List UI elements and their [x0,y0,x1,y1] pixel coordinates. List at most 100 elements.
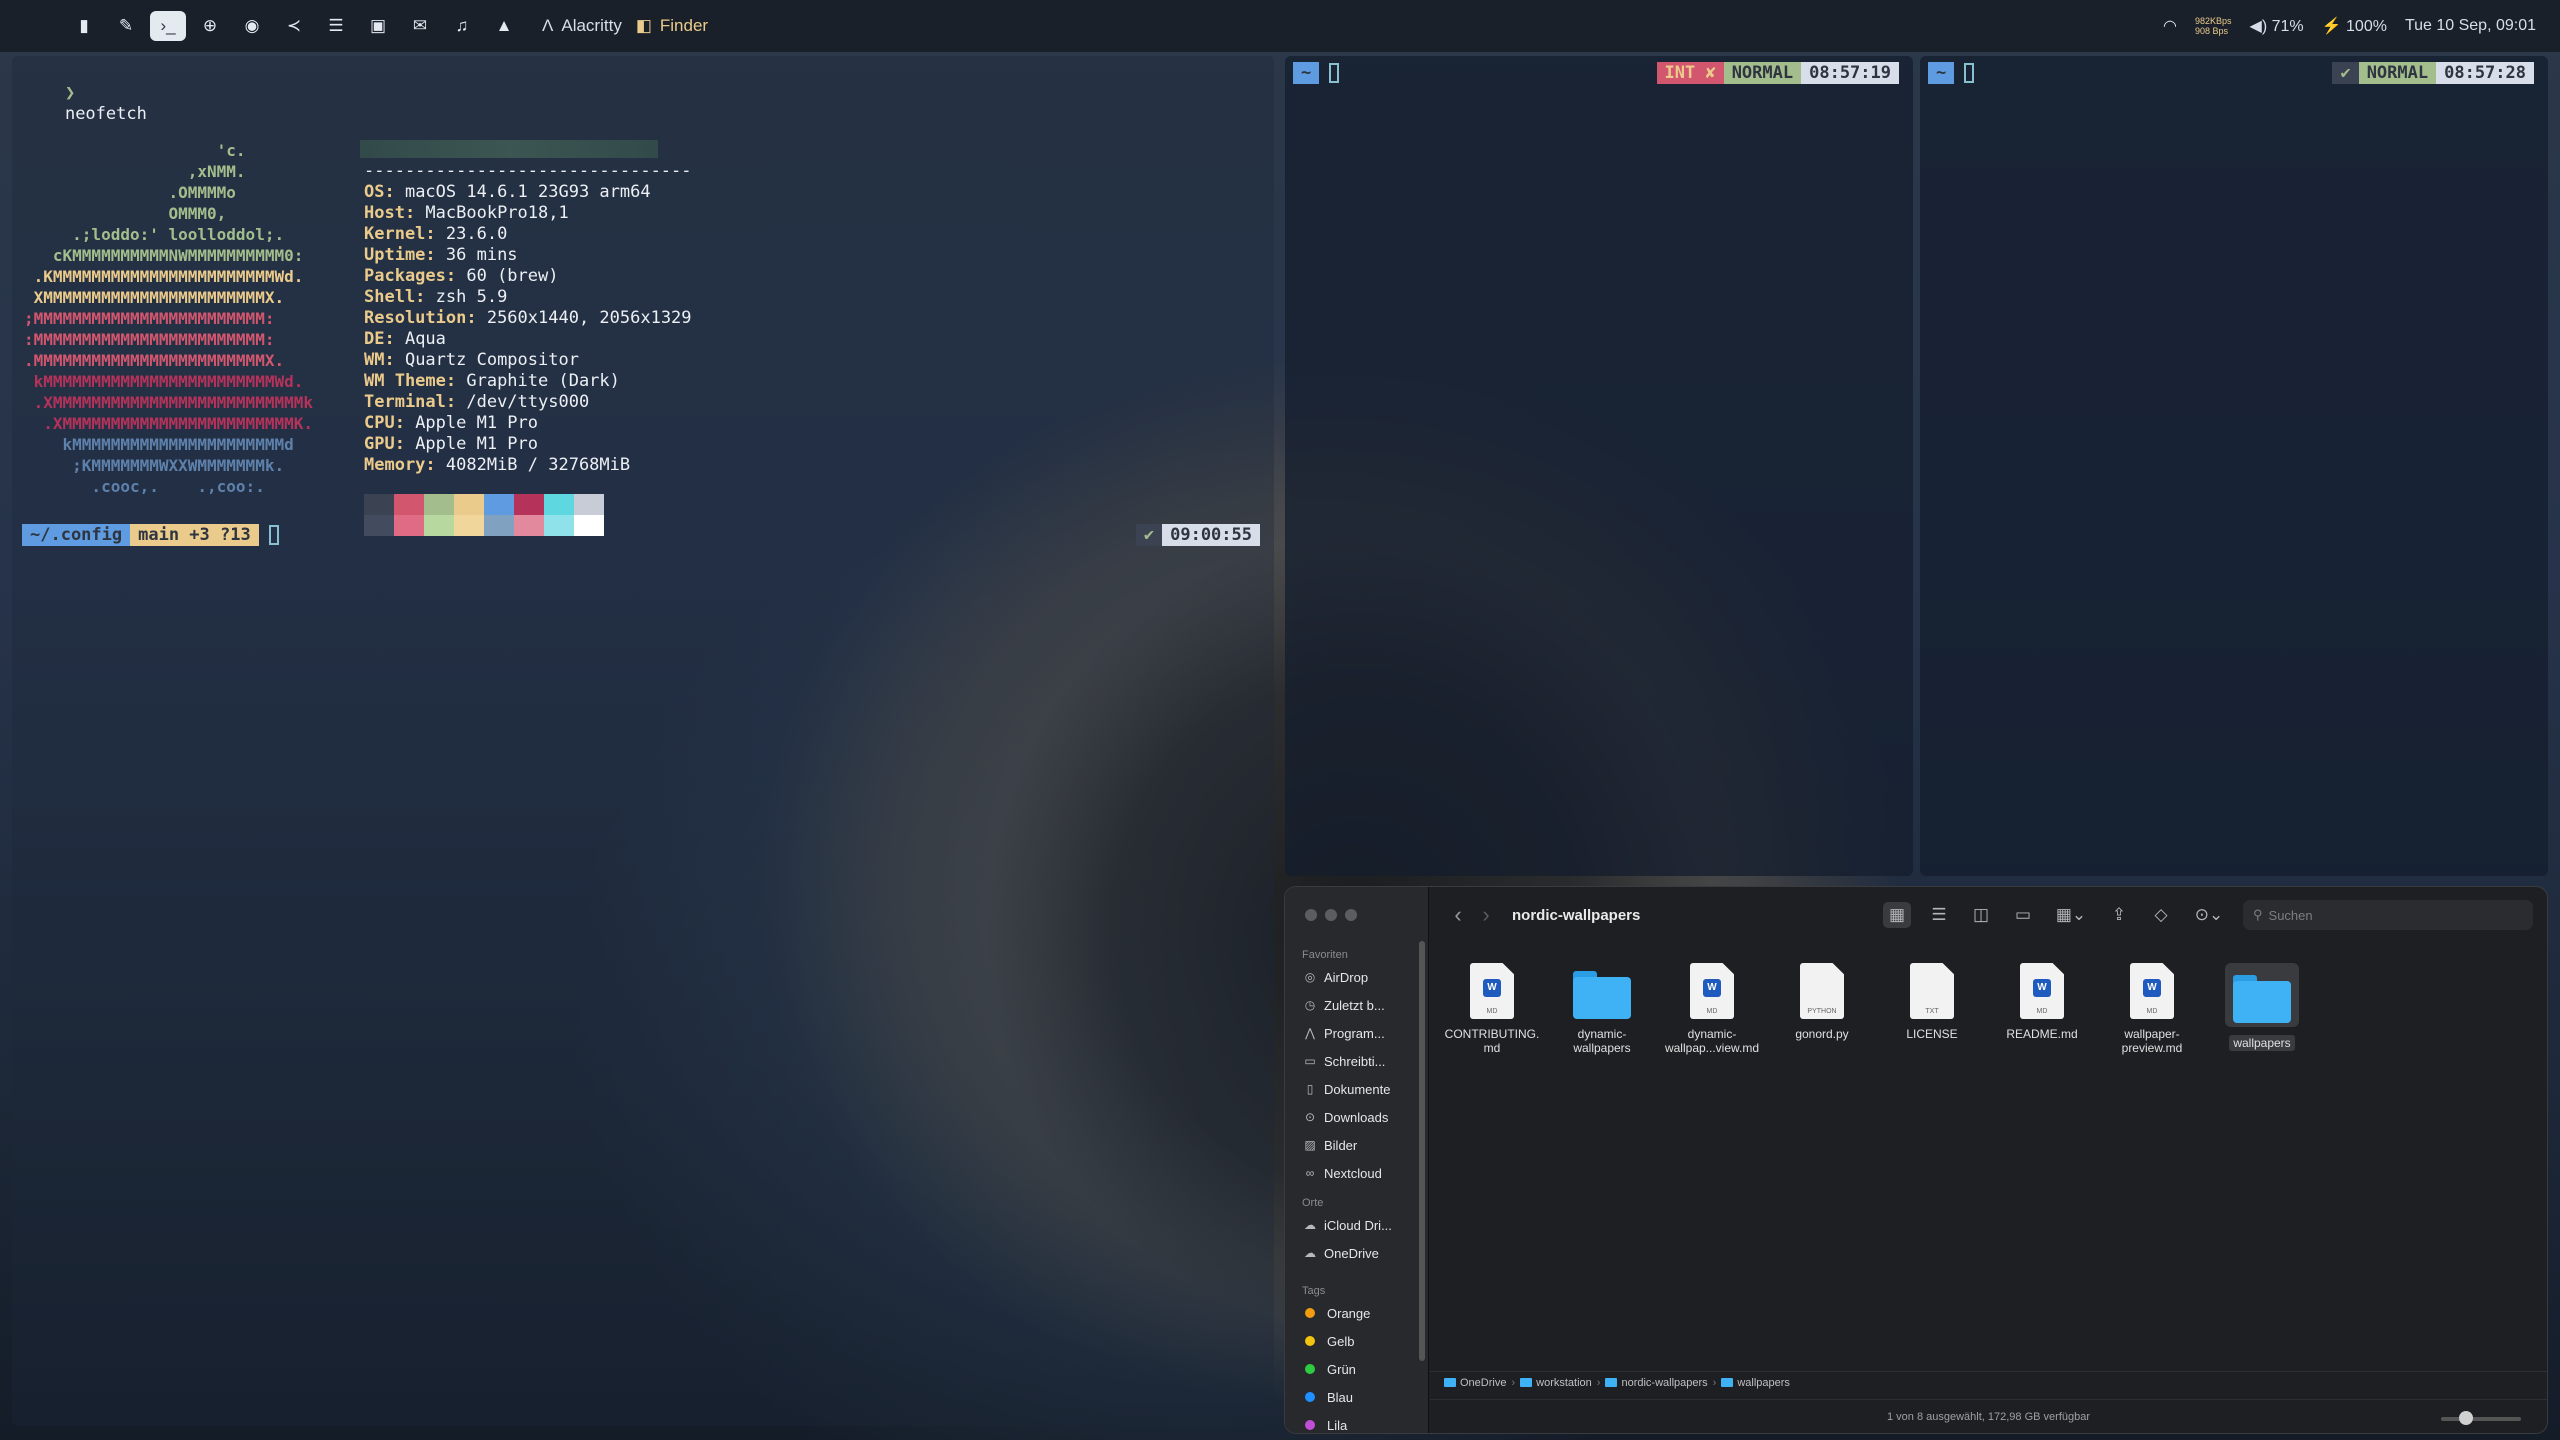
tag-label: Blau [1327,1389,1354,1405]
file-item[interactable]: W MD wallpaper- preview.md [2102,963,2202,1055]
path-item[interactable]: workstation [1520,1377,1592,1389]
finder-window[interactable]: Favoriten Orte Tags ◎ AirDrop ◷ Zuletzt b..… [1284,886,2548,1434]
terminal-pane-middle[interactable]: ~ INT ✘ NORMAL 08:57:19 [1285,56,1913,876]
battery-value: 100% [2346,18,2387,35]
file-item[interactable]: PYTHON gonord.py [1772,963,1872,1041]
sidebar-item[interactable]: ☁ OneDrive [1302,1243,1422,1263]
palette-swatch [454,494,484,515]
back-button[interactable]: ‹ [1444,902,1472,928]
palette-swatch [454,515,484,536]
ascii-line: :MMMMMMMMMMMMMMMMMMMMMMMM: [24,330,275,349]
ascii-line: .;loddo:' loolloddol;. [24,225,285,244]
tag-button[interactable]: ◇ [2147,902,2175,928]
path-item[interactable]: wallpapers [1721,1377,1790,1389]
file-item[interactable]: TXT LICENSE [1882,963,1982,1041]
info-key: Resolution: [364,308,477,328]
file-item[interactable]: W MD dynamic- wallpap...view.md [1662,963,1762,1055]
lock-icon[interactable]: ▲ [486,11,522,41]
group-button[interactable]: ▦⌄ [2051,902,2091,928]
onedrive-icon [1444,1378,1456,1387]
icon-view-button[interactable]: ▦ [1883,902,1911,928]
file-item[interactable]: wallpapers [2212,963,2312,1051]
battery-indicator[interactable]: ⚡ 100% [2322,16,2387,36]
terminal-pane-right[interactable]: ~ ✔ NORMAL 08:57:28 [1920,56,2548,876]
tag-item[interactable]: Lila [1302,1415,1422,1433]
path-item[interactable]: nordic-wallpapers [1605,1377,1708,1389]
sidebar-item[interactable]: ▭ Schreibti... [1302,1051,1422,1071]
document-icon: W MD [1470,963,1514,1019]
sidebar-item[interactable]: ◷ Zuletzt b... [1302,995,1422,1015]
prompt-right: ✔ NORMAL 08:57:28 [2332,62,2534,84]
app-finder[interactable]: ◧ Finder [636,16,708,36]
slider-knob[interactable] [2459,1411,2473,1425]
volume-indicator[interactable]: ◀) 71% [2250,16,2304,36]
info-value: Apple M1 Pro [404,434,539,454]
wifi-icon[interactable]: ◠ [2163,16,2177,36]
prompt-line: ~ [1928,62,1975,84]
ascii-line: .XMMMMMMMMMMMMMMMMMMMMMMMMMMk [24,393,313,412]
sidebar-item[interactable]: ▨ Bilder [1302,1135,1422,1155]
folder-icon [1520,1378,1533,1387]
prompt-time: 08:57:19 [1801,62,1899,84]
file-item[interactable]: dynamic- wallpapers [1552,963,1652,1055]
finder-toolbar: ‹ › nordic-wallpapers ▦ ☰ ◫ ▭ ▦⌄ ⇪ ◇ ⊙⌄ … [1430,887,2547,943]
list-view-button[interactable]: ☰ [1925,902,1953,928]
folder-icon [1605,1378,1618,1387]
file-item[interactable]: W MD README.md [1992,963,2092,1041]
network-speed: 982KBps 908 Bps [2195,16,2232,36]
mail-icon[interactable]: ✉ [402,11,438,41]
sidebar-item[interactable]: ∞ Nextcloud [1302,1163,1422,1183]
column-view-button[interactable]: ◫ [1967,902,1995,928]
more-button[interactable]: ⊙⌄ [2189,902,2229,928]
airdrop-icon: ◎ [1304,970,1316,984]
sidebar-item-label: OneDrive [1324,1245,1379,1261]
terminal-pane-left[interactable]: ❯ neofetch 'c. ,xNMM. .OMMMMo OMMM0, .;l… [12,56,1274,1426]
teams-icon[interactable]: ▣ [360,11,396,41]
zoom-button[interactable] [1345,909,1357,921]
phone-icon[interactable]: ▮ [66,11,102,41]
music-icon[interactable]: ♫ [444,11,480,41]
sidebar-item[interactable]: ◎ AirDrop [1302,967,1422,987]
sidebar-item[interactable]: ▯ Dokumente [1302,1079,1422,1099]
forward-button[interactable]: › [1472,902,1500,928]
minimize-button[interactable] [1325,909,1337,921]
sidebar-item[interactable]: ⋀ Program... [1302,1023,1422,1043]
palette-swatch [514,494,544,515]
palette-swatch [394,515,424,536]
folder-icon [1721,1378,1734,1387]
tag-item[interactable]: Grün [1302,1359,1422,1379]
tag-item[interactable]: Blau [1302,1387,1422,1407]
globe-icon[interactable]: ⊕ [192,11,228,41]
notes-icon[interactable]: ✎ [108,11,144,41]
tag-item[interactable]: Orange [1302,1303,1422,1323]
info-key: OS: [364,182,395,202]
sidebar-item[interactable]: ⊙ Downloads [1302,1107,1422,1127]
edge-icon[interactable]: ◉ [234,11,270,41]
terminal-icon[interactable]: ›_ [150,11,186,41]
search-field[interactable]: ⚲ Suchen [2243,900,2533,930]
apple-icon[interactable] [24,11,60,41]
vscode-icon[interactable]: ≺ [276,11,312,41]
info-key: Host: [364,203,416,223]
icon-size-slider[interactable] [2441,1411,2521,1425]
command-text: neofetch [64,104,147,124]
path-item[interactable]: OneDrive [1444,1377,1506,1389]
palette-swatch [544,515,574,536]
gallery-view-button[interactable]: ▭ [2009,902,2037,928]
app-alacritty[interactable]: Λ Alacritty [542,16,622,36]
finder-icon: ◧ [635,16,652,35]
tag-item[interactable]: Gelb [1302,1331,1422,1351]
share-button[interactable]: ⇪ [2105,902,2133,928]
folder-icon [1573,963,1631,1019]
file-name: CONTRIBUTING. md [1444,1027,1540,1055]
search-placeholder: Suchen [2268,907,2313,923]
net-down: 908 Bps [2194,26,2229,36]
sidebar-item[interactable]: ☁ iCloud Dri... [1302,1215,1422,1235]
section-favorites: Favoriten [1302,949,1348,961]
database-icon[interactable]: ☰ [318,11,354,41]
close-button[interactable] [1305,909,1317,921]
ascii-line: .MMMMMMMMMMMMMMMMMMMMMMMMX. [24,351,285,370]
file-item[interactable]: W MD CONTRIBUTING. md [1442,963,1542,1055]
chevron-right-icon: › [1712,1376,1717,1389]
clock[interactable]: Tue 10 Sep, 09:01 [2405,17,2536,35]
